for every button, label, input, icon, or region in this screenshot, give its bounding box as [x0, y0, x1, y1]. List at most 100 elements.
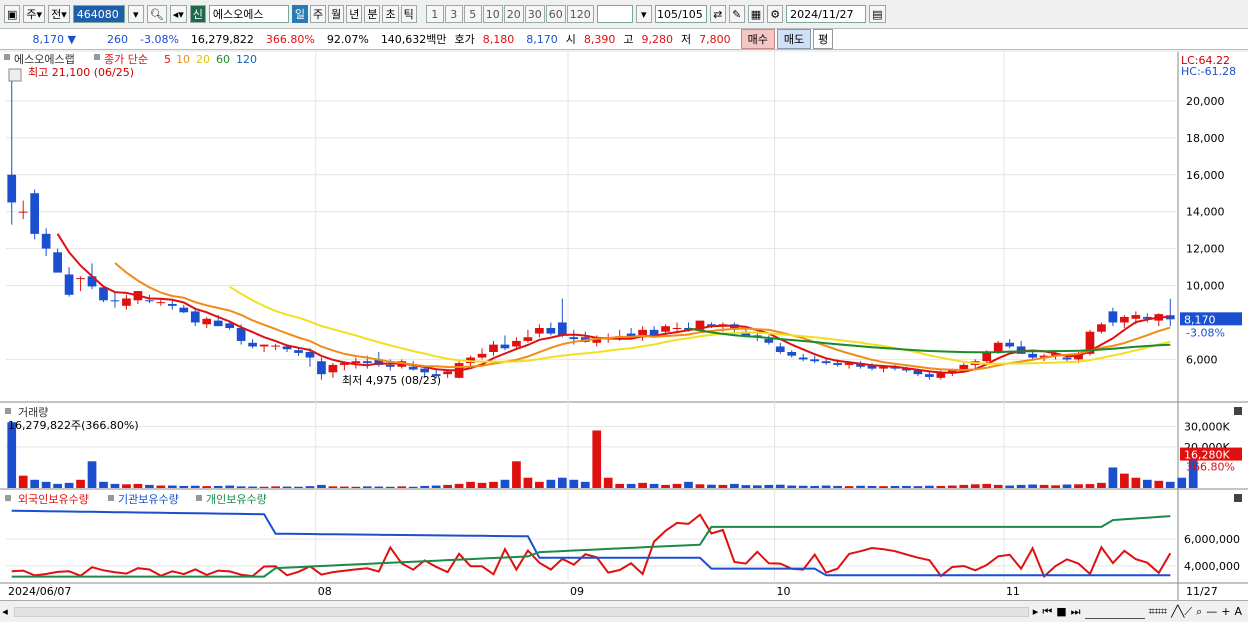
candle-body[interactable]	[535, 328, 544, 334]
zoom-in-icon[interactable]: +	[1221, 605, 1230, 619]
eval-button[interactable]: 평	[813, 29, 834, 49]
speaker-icon[interactable]: ◂▾	[169, 5, 187, 23]
compare-icon[interactable]: ⇄	[709, 5, 726, 23]
candle-body[interactable]	[993, 342, 1003, 352]
candle-body[interactable]	[661, 326, 670, 332]
volume-bar[interactable]	[913, 486, 923, 488]
volume-bar[interactable]	[638, 482, 647, 488]
candle-body[interactable]	[546, 328, 556, 334]
candle-body[interactable]	[1120, 316, 1129, 323]
volume-bar[interactable]	[970, 484, 980, 488]
volume-bar[interactable]	[718, 484, 728, 488]
volume-bar[interactable]	[672, 483, 682, 488]
candle-body[interactable]	[271, 345, 280, 347]
volume-bar[interactable]	[512, 461, 521, 488]
candle-body[interactable]	[1062, 357, 1072, 360]
volume-bar[interactable]	[1016, 484, 1026, 488]
volume-bar[interactable]	[133, 483, 143, 488]
chart-scrollbar[interactable]: ◂ ▸ ⏮ ■ ⏭ ⌗⌗⌗ ╱╲⟋ ⌕ — + A	[0, 600, 1248, 622]
candle-body[interactable]	[833, 363, 842, 365]
scroll-left-icon[interactable]: ◂	[0, 605, 10, 618]
candle-body[interactable]	[787, 352, 797, 356]
candle-body[interactable]	[489, 344, 498, 352]
stock-chart[interactable]: 20,000 18,000 16,000 14,000 12,000 10,000 6,00…	[0, 52, 1248, 600]
volume-bar[interactable]	[18, 475, 28, 488]
candle-body[interactable]	[99, 287, 108, 301]
font-size-icon[interactable]: A	[1234, 605, 1242, 619]
draw-tool-icon[interactable]: ✎	[728, 5, 745, 23]
volume-bar[interactable]	[30, 479, 40, 488]
volume-bar[interactable]	[695, 484, 705, 488]
volume-bar[interactable]	[41, 481, 51, 488]
interval-30-button[interactable]: 30	[524, 5, 545, 23]
candle-body[interactable]	[672, 328, 682, 329]
candle-body[interactable]	[1097, 324, 1106, 332]
volume-bar[interactable]	[707, 484, 716, 488]
volume-bar[interactable]	[649, 483, 659, 488]
volume-bar[interactable]	[202, 486, 212, 488]
new-button[interactable]: 신	[189, 5, 206, 23]
volume-bar[interactable]	[76, 479, 85, 488]
interval-1-button[interactable]: 1	[425, 5, 444, 23]
candle-body[interactable]	[30, 193, 40, 234]
volume-bar[interactable]	[603, 477, 613, 488]
volume-bar[interactable]	[351, 486, 361, 488]
code-dropdown-icon[interactable]: ▾	[127, 5, 144, 23]
volume-bar[interactable]	[1074, 484, 1083, 488]
candle-body[interactable]	[512, 340, 521, 347]
candle-body[interactable]	[248, 342, 257, 347]
candle-body[interactable]	[41, 233, 51, 249]
volume-bar[interactable]	[454, 483, 464, 488]
drawing-tools-icon[interactable]: ⌗⌗⌗	[1149, 605, 1168, 619]
volume-bar[interactable]	[535, 481, 544, 488]
volume-bar[interactable]	[225, 485, 235, 488]
candle-body[interactable]	[317, 361, 326, 375]
magnifier-icon[interactable]: ⌕	[1196, 605, 1202, 619]
candle-body[interactable]	[1108, 311, 1118, 323]
date-input[interactable]: 2024/11/27	[786, 5, 867, 23]
interval-3-button[interactable]: 3	[444, 5, 463, 23]
candle-body[interactable]	[7, 174, 17, 203]
volume-bar[interactable]	[500, 479, 510, 488]
candle-body[interactable]	[202, 318, 212, 325]
candle-body[interactable]	[443, 371, 452, 375]
volume-bar[interactable]	[145, 484, 154, 488]
candle-body[interactable]	[64, 274, 74, 295]
forward-icon[interactable]: ⏭	[1071, 605, 1081, 619]
volume-bar[interactable]	[592, 430, 602, 488]
volume-bar[interactable]	[580, 481, 590, 488]
volume-bar[interactable]	[741, 485, 751, 488]
volume-bar[interactable]	[810, 485, 820, 488]
volume-bar[interactable]	[362, 486, 372, 488]
candle-body[interactable]	[18, 211, 28, 213]
candle-body[interactable]	[259, 344, 269, 347]
volume-bar[interactable]	[730, 483, 739, 488]
stop-icon[interactable]: ■	[1056, 605, 1066, 619]
volume-bar[interactable]	[993, 484, 1003, 488]
volume-bar[interactable]	[110, 483, 120, 488]
candle-body[interactable]	[810, 359, 820, 362]
interval-60-button[interactable]: 60	[545, 5, 566, 23]
type-select[interactable]: 전 ▾	[48, 5, 70, 23]
volume-bar[interactable]	[615, 483, 625, 488]
volume-bar[interactable]	[1177, 477, 1187, 488]
candle-body[interactable]	[821, 361, 831, 364]
volume-bar[interactable]	[385, 486, 395, 488]
volume-bar[interactable]	[397, 486, 407, 488]
volume-bar[interactable]	[833, 485, 842, 488]
line-tool-icon[interactable]: ╱╲⟋	[1171, 605, 1192, 619]
volume-bar[interactable]	[466, 481, 475, 488]
volume-bar[interactable]	[64, 482, 74, 488]
volume-bar[interactable]	[213, 485, 223, 488]
volume-bar[interactable]	[557, 477, 567, 488]
volume-bar[interactable]	[1085, 484, 1095, 488]
volume-bar[interactable]	[156, 485, 166, 488]
volume-bar[interactable]	[752, 485, 762, 488]
volume-bar[interactable]	[982, 483, 992, 488]
volume-bar[interactable]	[489, 481, 498, 488]
window-menu-icon[interactable]: ▣	[4, 5, 21, 23]
candle-body[interactable]	[213, 320, 223, 327]
volume-bar[interactable]	[902, 485, 911, 488]
volume-bar[interactable]	[305, 486, 315, 488]
tab-period-week[interactable]: 주	[309, 5, 327, 23]
